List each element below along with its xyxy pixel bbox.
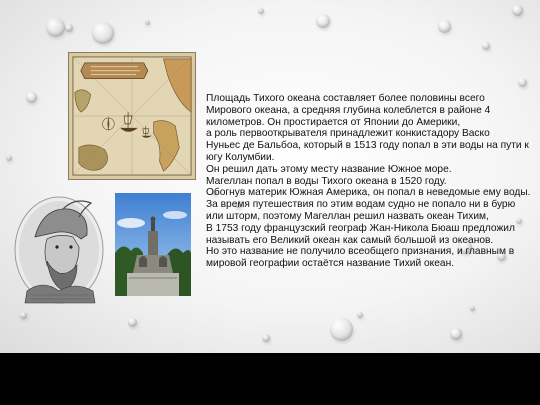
water-drop xyxy=(512,5,523,16)
pacific-ocean-description: Площадь Тихого океана составляет более п… xyxy=(206,93,536,270)
water-drop xyxy=(357,312,363,318)
text-line: или шторм, поэтому Магеллан решил назват… xyxy=(206,210,489,222)
slide: Площадь Тихого океана составляет более п… xyxy=(0,0,540,353)
text-line: Обогнув материк Южная Америка, он попал … xyxy=(206,187,531,199)
text-line: Но это название не получило всеобщего пр… xyxy=(206,246,515,258)
water-drop xyxy=(128,318,137,327)
water-drop xyxy=(262,334,270,342)
water-drop xyxy=(482,42,490,50)
water-drop xyxy=(6,155,12,161)
water-drop xyxy=(20,312,27,319)
water-drop xyxy=(450,328,462,340)
water-drop xyxy=(46,18,65,37)
water-drop xyxy=(316,14,330,28)
water-drop xyxy=(145,20,150,25)
text-line: В 1753 году французский географ Жан-Нико… xyxy=(206,222,515,234)
water-drop xyxy=(258,8,264,14)
water-drop xyxy=(438,20,451,33)
text-line: километров. Он простирается от Японии до… xyxy=(206,116,461,128)
text-line: За время путешествия по этим водам судно… xyxy=(206,199,516,211)
water-drop xyxy=(518,78,527,87)
text-line: югу Колумбии. xyxy=(206,151,275,163)
water-drop xyxy=(330,318,353,341)
text-line: называть его Великий океан как самый бол… xyxy=(206,234,494,246)
text-line: мировой географии остаётся название Тихи… xyxy=(206,258,455,270)
water-drop xyxy=(92,22,114,44)
monument-photo-image xyxy=(115,193,191,296)
water-drop xyxy=(65,24,73,32)
text-line: а роль первооткрывателя принадлежит конк… xyxy=(206,128,490,140)
text-line: Он решил дать этому месту название Южное… xyxy=(206,163,452,175)
text-line: Площадь Тихого океана составляет более п… xyxy=(206,93,485,104)
water-drop xyxy=(470,306,475,311)
explorer-portrait-image xyxy=(14,196,104,304)
text-line: Мирового океана, а средняя глубина колеб… xyxy=(206,104,491,116)
water-drop xyxy=(26,92,37,103)
black-bottom-bar xyxy=(0,353,540,405)
pacific-map-image xyxy=(68,52,196,180)
text-line: Нуньес де Бальбоа, который в 1513 году п… xyxy=(206,140,529,152)
text-line: Магеллан попал в воды Тихого океана в 15… xyxy=(206,175,447,187)
